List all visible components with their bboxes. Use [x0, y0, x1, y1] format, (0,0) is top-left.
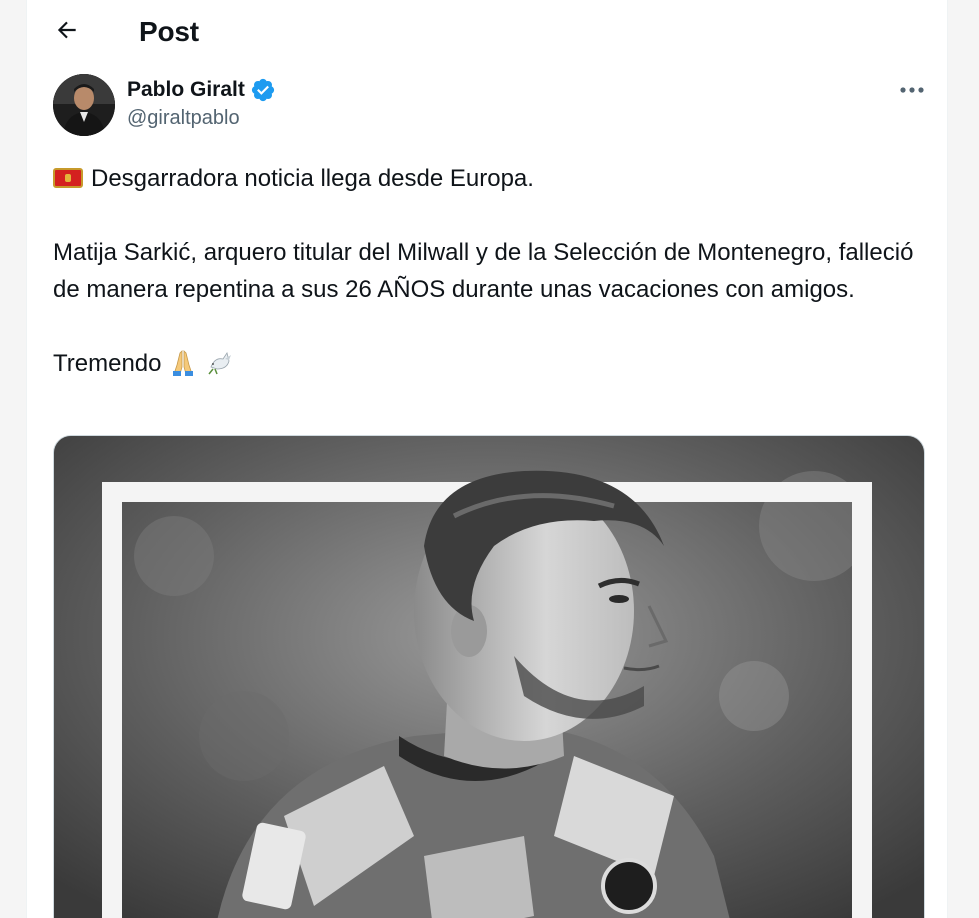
tweet-text: Desgarradora noticia llega desde Europa.…	[53, 160, 923, 388]
montenegro-flag-icon	[53, 168, 83, 188]
author-handle[interactable]: @giraltpablo	[127, 107, 240, 130]
verified-badge-icon	[250, 77, 276, 103]
post-column: Post Pablo Giralt @giraltpablo Desgarrad…	[26, 0, 948, 918]
arrow-left-icon	[54, 17, 80, 48]
post-media-image[interactable]	[53, 435, 925, 918]
tweet-paragraph: Matija Sarkić, arquero titular del Milwa…	[53, 239, 914, 303]
page-title: Post	[139, 16, 199, 47]
dove-icon	[205, 347, 235, 388]
tweet-line-1: Desgarradora noticia llega desde Europa.	[91, 165, 534, 192]
more-horizontal-icon	[899, 81, 925, 99]
back-button[interactable]	[49, 14, 85, 50]
tweet-paragraph: Tremendo	[53, 345, 923, 388]
author-display-name[interactable]: Pablo Giralt	[127, 78, 245, 102]
post-header: Post	[27, 0, 947, 62]
tweet-line-3: Tremendo	[53, 350, 162, 377]
avatar[interactable]	[53, 74, 115, 136]
player-photo	[54, 436, 924, 918]
tweet-paragraph: Desgarradora noticia llega desde Europa.	[53, 160, 923, 197]
folded-hands-icon	[168, 347, 198, 388]
more-options-button[interactable]	[895, 76, 929, 104]
author-name-row: Pablo Giralt	[127, 76, 276, 104]
